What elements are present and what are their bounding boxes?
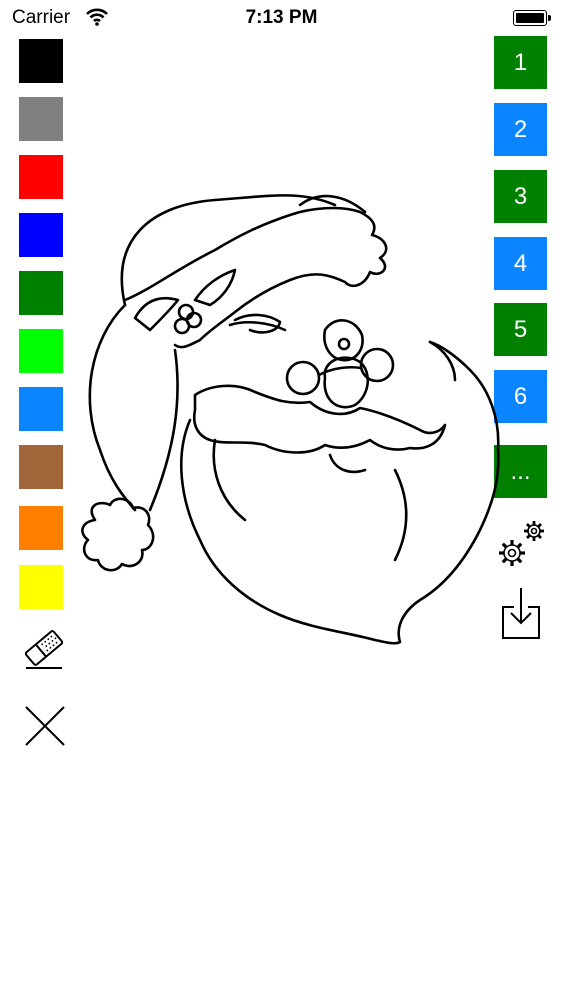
color-swatch-blue[interactable] bbox=[19, 213, 63, 257]
color-swatch-yellow[interactable] bbox=[19, 565, 63, 609]
status-time: 7:13 PM bbox=[245, 7, 318, 28]
eraser-icon[interactable] bbox=[20, 624, 68, 672]
page-button-2[interactable]: 2 bbox=[494, 103, 547, 156]
color-swatch-orange[interactable] bbox=[19, 506, 63, 550]
coloring-canvas[interactable] bbox=[80, 170, 510, 655]
color-swatch-gray[interactable] bbox=[19, 97, 63, 141]
battery-icon bbox=[513, 10, 551, 26]
color-swatch-red[interactable] bbox=[19, 155, 63, 199]
color-swatch-brown[interactable] bbox=[19, 445, 63, 489]
color-swatch-green[interactable] bbox=[19, 271, 63, 315]
color-swatch-lime[interactable] bbox=[19, 329, 63, 373]
santa-coloring-page bbox=[81, 194, 500, 645]
page-button-1[interactable]: 1 bbox=[494, 36, 547, 89]
clear-icon[interactable] bbox=[24, 705, 66, 747]
color-swatch-sky-blue[interactable] bbox=[19, 387, 63, 431]
color-swatch-black[interactable] bbox=[19, 39, 63, 83]
status-bar: Carrier 7:13 PM bbox=[0, 0, 563, 36]
